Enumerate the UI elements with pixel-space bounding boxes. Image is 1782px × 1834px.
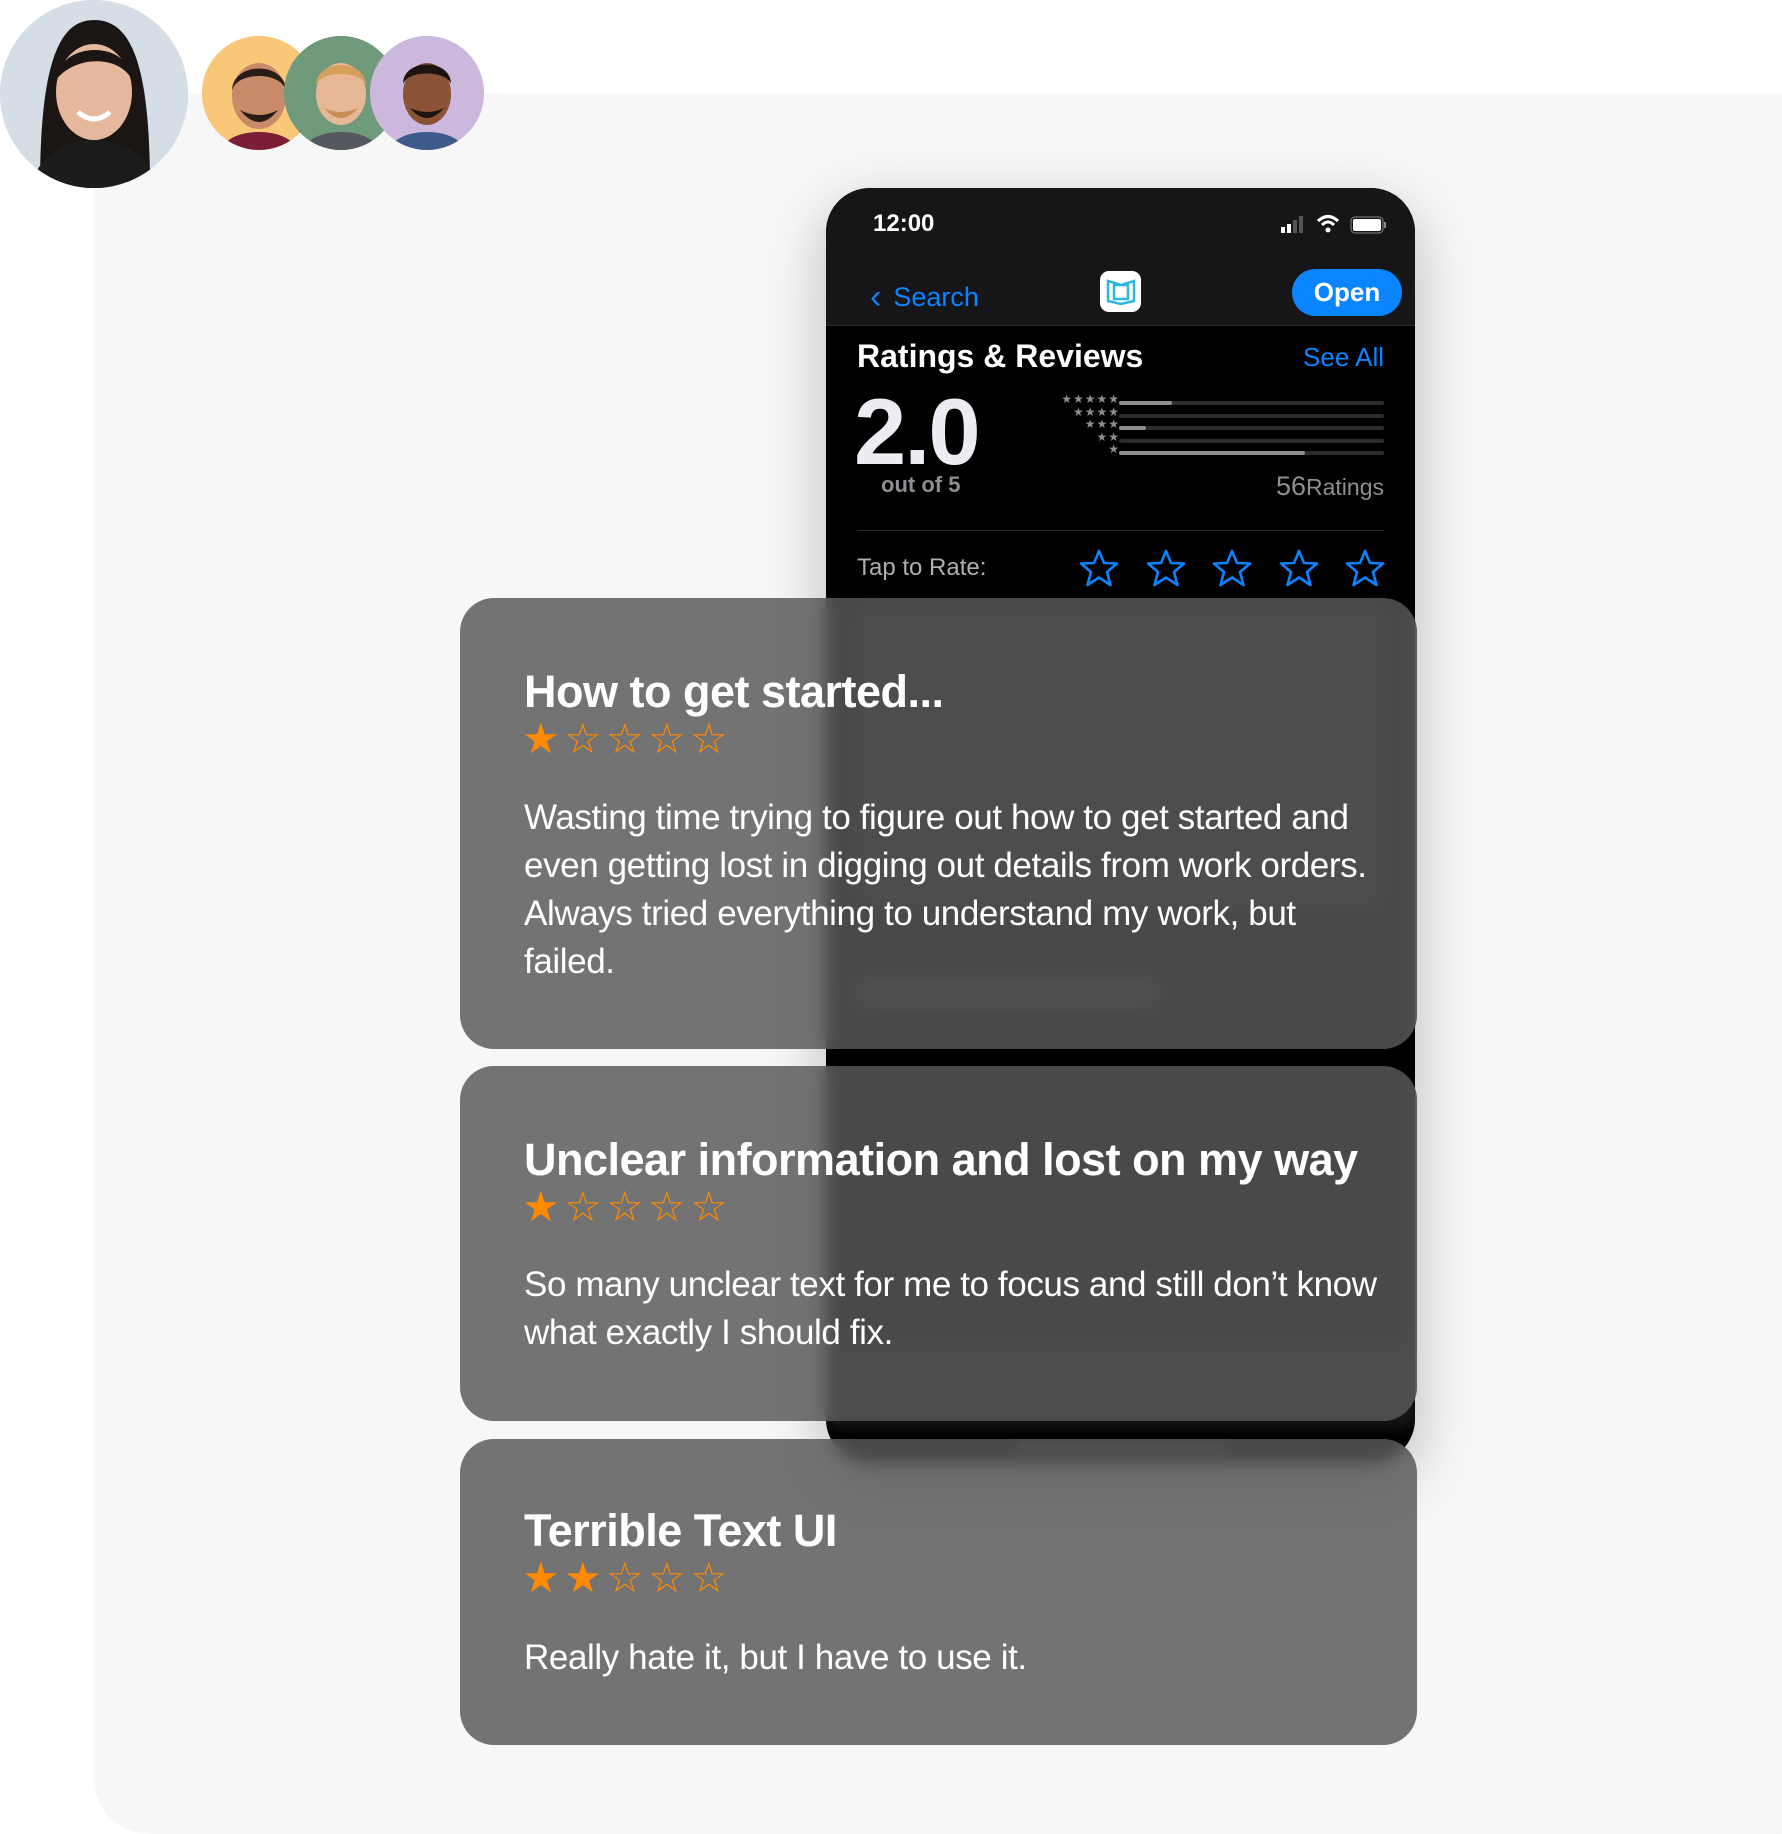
count-label: Ratings — [1306, 474, 1384, 500]
rate-star-5-icon[interactable] — [1345, 548, 1385, 588]
avatar-woman — [0, 0, 188, 188]
rate-star-3-icon[interactable] — [1212, 548, 1252, 588]
distribution-fill — [1119, 426, 1146, 430]
star-empty-icon: ☆ — [564, 1183, 602, 1230]
ratings-count: 56Ratings — [1206, 471, 1384, 502]
status-time: 12:00 — [873, 210, 935, 237]
distribution-row: ★★★★★ — [1006, 392, 1386, 410]
rating-score: 2.0 — [854, 379, 981, 484]
signal-icon — [1281, 216, 1303, 233]
star-filled-icon: ★ — [564, 1554, 602, 1601]
distribution-bar — [1119, 438, 1384, 443]
distribution-fill — [1119, 401, 1172, 405]
review-title: Unclear information and lost on my way — [524, 1134, 1358, 1185]
battery-icon — [1350, 216, 1386, 234]
nav-bar: 12:00 ‹ Search Open — [826, 188, 1415, 326]
distribution-row: ★★ — [1006, 430, 1386, 448]
distribution-bar — [1119, 426, 1384, 430]
review-title: Terrible Text UI — [524, 1505, 837, 1556]
tap-to-rate-label: Tap to Rate: — [857, 554, 987, 581]
star-empty-icon: ☆ — [648, 1183, 686, 1230]
star-filled-icon: ★ — [522, 1183, 560, 1230]
rate-star-1-icon[interactable] — [1079, 548, 1119, 588]
review-card-2: Unclear information and lost on my way ★… — [460, 1066, 1417, 1421]
review-card-1: How to get started... ★ ☆ ☆ ☆ ☆ Wasting time… — [460, 598, 1417, 1049]
review-card-3: Terrible Text UI ★ ★ ☆ ☆ ☆ Really hate it, b… — [460, 1439, 1417, 1745]
wifi-icon — [1316, 215, 1340, 233]
ratings-title: Ratings & Reviews — [857, 338, 1144, 374]
distribution-row: ★★★ — [1006, 417, 1386, 435]
star-empty-icon: ☆ — [606, 1183, 644, 1230]
review-stars: ★ ☆ ☆ ☆ ☆ — [522, 1186, 732, 1228]
out-of-label: out of 5 — [881, 472, 961, 497]
distribution-bar — [1119, 413, 1384, 418]
star-empty-icon: ☆ — [690, 1554, 728, 1601]
star-filled-icon: ★ — [522, 715, 560, 762]
divider — [857, 530, 1384, 531]
star-filled-icon: ★ — [522, 1554, 560, 1601]
star-empty-icon: ☆ — [564, 715, 602, 762]
count-value: 56 — [1275, 471, 1307, 501]
avatar-man-dark — [370, 36, 484, 150]
chevron-left-icon: ‹ — [870, 278, 882, 316]
distribution-bar — [1119, 451, 1384, 455]
star-empty-icon: ☆ — [606, 715, 644, 762]
star-empty-icon: ☆ — [648, 715, 686, 762]
distribution-row: ★★★★ — [1006, 405, 1386, 423]
star-empty-icon: ☆ — [606, 1554, 644, 1601]
book-icon — [1100, 271, 1141, 312]
review-stars: ★ ★ ☆ ☆ ☆ — [522, 1557, 732, 1599]
review-body: Really hate it, but I have to use it. — [524, 1638, 1027, 1677]
review-body: Wasting time trying to figure out how to… — [524, 798, 1367, 981]
distribution-bar — [1119, 401, 1384, 405]
rate-star-2-icon[interactable] — [1146, 548, 1186, 588]
review-body: So many unclear text for me to focus and… — [524, 1265, 1377, 1352]
distribution-fill — [1119, 451, 1305, 455]
see-all-link[interactable]: See All — [1266, 342, 1384, 373]
open-button[interactable]: Open — [1292, 269, 1402, 316]
review-stars: ★ ☆ ☆ ☆ ☆ — [522, 718, 732, 760]
distribution-row: ★ — [1006, 442, 1386, 460]
back-label: Search — [893, 282, 979, 312]
star-empty-icon: ☆ — [648, 1554, 686, 1601]
star-empty-icon: ☆ — [690, 715, 728, 762]
back-search-button[interactable]: ‹ Search — [870, 276, 979, 316]
rate-star-4-icon[interactable] — [1279, 548, 1319, 588]
review-title: How to get started... — [524, 666, 944, 717]
star-empty-icon: ☆ — [690, 1183, 728, 1230]
